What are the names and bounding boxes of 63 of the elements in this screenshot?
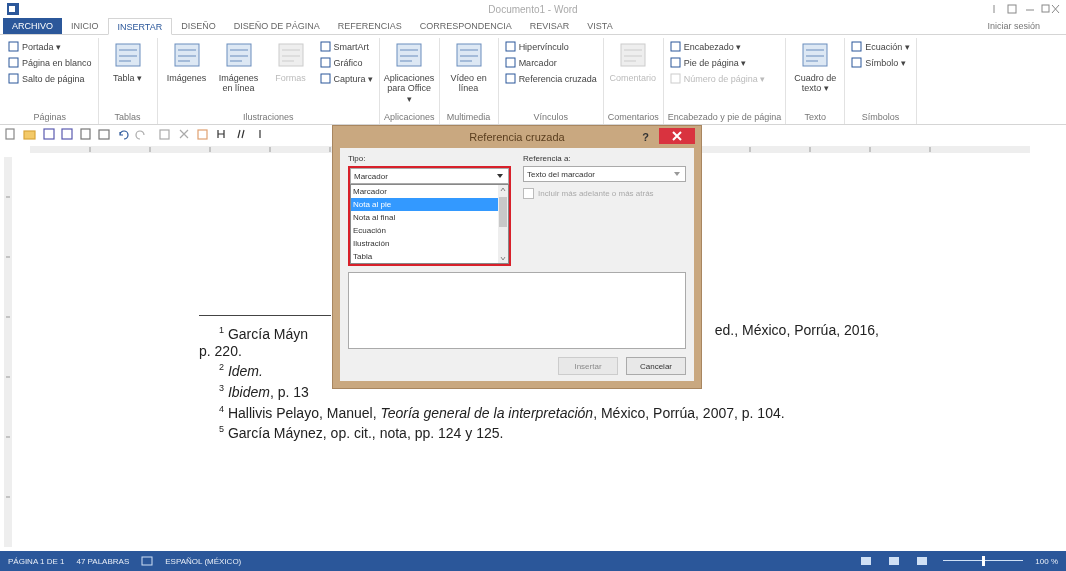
ribbon-group-label: Páginas — [32, 112, 68, 124]
ribbon-tab[interactable]: CORRESPONDENCIA — [410, 18, 521, 34]
ribbon-button[interactable]: Captura ▾ — [317, 72, 376, 85]
dialog-title: Referencia cruzada — [469, 131, 565, 143]
page-count[interactable]: PÁGINA 1 DE 1 — [8, 556, 65, 566]
footnote-text: $^{4}$ Hallivis Pelayo, Manuel, Teoría general de la interpretación, México, Porrúa, 2007, p. 104. — [219, 404, 785, 421]
ribbon-tab[interactable]: ARCHIVO — [3, 18, 62, 34]
footnote-text: $^{3}$ Ibidem, p. 13 — [219, 383, 309, 400]
footnote-text: p. 220. — [199, 342, 242, 360]
ribbon-group-label: Tablas — [113, 112, 142, 124]
ribbon-group-label: Ilustraciones — [242, 112, 295, 124]
zoom-level[interactable]: 100 % — [1035, 556, 1058, 566]
dropdown-option[interactable]: Ecuación — [351, 224, 498, 237]
language-indicator[interactable]: ESPAÑOL (MÉXICO) — [165, 556, 242, 566]
word-count[interactable]: 47 PALABRAS — [76, 556, 130, 566]
ribbon-button[interactable]: Cuadro de texto ▾ — [790, 38, 841, 112]
ribbon-group-label: Encabezado y pie de página — [667, 112, 782, 124]
ribbon-group-label: Texto — [803, 112, 828, 124]
ribbon-button[interactable]: Imágenes en línea — [213, 38, 264, 112]
help-button[interactable]: ? — [636, 130, 655, 144]
ribbon-button[interactable]: Encabezado ▾ — [667, 40, 768, 53]
ribbon-button[interactable]: Pie de página ▾ — [667, 56, 768, 69]
dropdown-option[interactable]: Ilustración — [351, 237, 498, 250]
ribbon-group-label: Multimedia — [445, 112, 492, 124]
ribbon-group-label: Vínculos — [532, 112, 569, 124]
ribbon-tab[interactable]: DISEÑO — [172, 18, 225, 34]
dropdown-option[interactable]: Marcador — [351, 185, 498, 198]
ribbon-button[interactable]: Salto de página — [6, 72, 94, 85]
ribbon-tab[interactable]: REVISAR — [520, 18, 579, 34]
footnote-text: $^{1}$ García Máyn — [219, 324, 309, 343]
ribbon-button[interactable]: Marcador — [502, 56, 599, 69]
ribbon-tab[interactable]: INSERTAR — [107, 18, 173, 35]
ribbon-button[interactable]: Tabla ▾ — [102, 38, 153, 112]
ribbon-button[interactable]: Hipervínculo — [502, 40, 599, 53]
ribbon-tab[interactable]: INICIO — [62, 18, 108, 34]
type-label: Tipo: — [348, 154, 367, 163]
ribbon-tab[interactable]: REFERENCIAS — [328, 18, 411, 34]
sign-in-link[interactable]: Iniciar sesión — [981, 18, 1046, 34]
footnote-text: $^{5}$ García Máynez, op. cit., nota, pp. 124 y 125. — [219, 425, 504, 442]
dropdown-option[interactable]: Nota al final — [351, 211, 498, 224]
ribbon-button[interactable]: Aplicaciones para Office ▾ — [384, 38, 435, 112]
ribbon-button[interactable]: Ecuación ▾ — [849, 40, 912, 53]
reference-dropdown[interactable]: Texto del marcador — [523, 166, 686, 182]
type-dropdown[interactable]: Marcador — [350, 168, 509, 184]
dropdown-option[interactable]: Tabla — [351, 250, 498, 263]
ribbon-tab[interactable]: VISTA — [578, 18, 622, 34]
ribbon-button[interactable]: Portada ▾ — [6, 40, 94, 53]
dialog-button[interactable]: Cancelar — [626, 357, 686, 375]
ribbon-button[interactable]: Imágenes — [161, 38, 212, 112]
window-title: Documento1 - Word — [488, 3, 578, 15]
ribbon-button[interactable]: Vídeo en línea — [443, 38, 494, 112]
ribbon-button[interactable]: Símbolo ▾ — [849, 56, 912, 69]
ribbon-button[interactable]: Página en blanco — [6, 56, 94, 69]
ribbon-group-label: Comentarios — [607, 112, 659, 124]
ribbon-group-label: Aplicaciones — [384, 112, 435, 124]
ribbon-tab[interactable]: DISEÑO DE PÁGINA — [224, 18, 329, 34]
footnote-text: $^{2}$ Idem. — [219, 363, 263, 380]
reference-label: Referencia a: — [523, 154, 572, 163]
ribbon-button[interactable]: Referencia cruzada — [502, 72, 599, 85]
ribbon-button[interactable]: Gráfico — [317, 56, 376, 69]
footnote-text: ed., México, Porrúa, 2016, — [714, 322, 879, 340]
ribbon-group-label: Símbolos — [860, 112, 901, 124]
ribbon-button[interactable]: SmartArt — [317, 40, 376, 53]
